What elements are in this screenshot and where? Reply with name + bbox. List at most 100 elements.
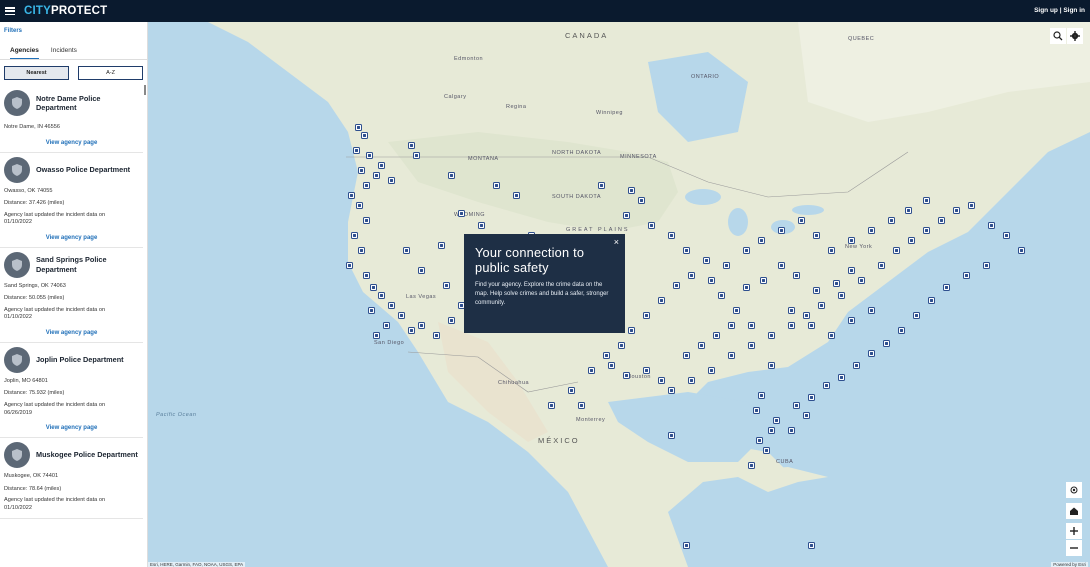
agency-pin-icon[interactable] [658,297,665,304]
agency-name[interactable]: Owasso Police Department [36,165,130,174]
agency-pin-icon[interactable] [458,210,465,217]
agency-pin-icon[interactable] [813,232,820,239]
agency-pin-icon[interactable] [388,302,395,309]
agency-pin-icon[interactable] [758,237,765,244]
agency-pin-icon[interactable] [733,307,740,314]
agency-pin-icon[interactable] [908,237,915,244]
agency-pin-icon[interactable] [368,307,375,314]
agency-pin-icon[interactable] [683,352,690,359]
agency-pin-icon[interactable] [898,327,905,334]
agency-pin-icon[interactable] [373,172,380,179]
agency-card[interactable]: Joplin Police Department Joplin, MO 6480… [0,343,143,439]
agency-pin-icon[interactable] [723,262,730,269]
agency-pin-icon[interactable] [363,182,370,189]
agency-pin-icon[interactable] [548,402,555,409]
agency-pin-icon[interactable] [703,257,710,264]
agency-pin-icon[interactable] [363,272,370,279]
agency-pin-icon[interactable] [718,292,725,299]
agency-pin-icon[interactable] [758,392,765,399]
home-icon[interactable] [1066,503,1082,519]
agency-pin-icon[interactable] [648,222,655,229]
agency-pin-icon[interactable] [728,322,735,329]
agency-pin-icon[interactable] [398,312,405,319]
gear-icon[interactable] [1067,28,1083,44]
agency-pin-icon[interactable] [788,322,795,329]
agency-pin-icon[interactable] [808,394,815,401]
agency-pin-icon[interactable] [943,284,950,291]
view-agency-link[interactable]: View agency page [4,235,139,241]
view-agency-link[interactable]: View agency page [4,330,139,336]
agency-pin-icon[interactable] [418,322,425,329]
agency-pin-icon[interactable] [708,367,715,374]
agency-pin-icon[interactable] [953,207,960,214]
agency-pin-icon[interactable] [578,402,585,409]
agency-pin-icon[interactable] [628,327,635,334]
agency-pin-icon[interactable] [358,167,365,174]
agency-pin-icon[interactable] [438,242,445,249]
agency-pin-icon[interactable] [363,217,370,224]
agency-pin-icon[interactable] [748,322,755,329]
agency-pin-icon[interactable] [858,277,865,284]
agency-pin-icon[interactable] [923,227,930,234]
agency-name[interactable]: Sand Springs Police Department [36,255,139,274]
agency-pin-icon[interactable] [378,292,385,299]
agency-pin-icon[interactable] [888,217,895,224]
agency-pin-icon[interactable] [778,227,785,234]
agency-pin-icon[interactable] [798,217,805,224]
agency-pin-icon[interactable] [803,412,810,419]
agency-pin-icon[interactable] [351,232,358,239]
agency-name[interactable]: Joplin Police Department [36,355,124,364]
agency-pin-icon[interactable] [603,352,610,359]
agency-pin-icon[interactable] [388,177,395,184]
agency-pin-icon[interactable] [1003,232,1010,239]
agency-pin-icon[interactable] [928,297,935,304]
agency-pin-icon[interactable] [493,182,500,189]
agency-pin-icon[interactable] [793,272,800,279]
agency-pin-icon[interactable] [883,340,890,347]
agency-pin-icon[interactable] [868,350,875,357]
agency-pin-icon[interactable] [668,232,675,239]
agency-pin-icon[interactable] [838,292,845,299]
agency-pin-icon[interactable] [688,377,695,384]
agency-pin-icon[interactable] [728,352,735,359]
agency-pin-icon[interactable] [848,317,855,324]
agency-pin-icon[interactable] [823,382,830,389]
agency-pin-icon[interactable] [743,247,750,254]
agency-pin-icon[interactable] [623,372,630,379]
agency-pin-icon[interactable] [448,317,455,324]
agency-pin-icon[interactable] [588,367,595,374]
agency-pin-icon[interactable] [760,277,767,284]
agency-pin-icon[interactable] [366,152,373,159]
agency-pin-icon[interactable] [358,247,365,254]
agency-pin-icon[interactable] [803,312,810,319]
agency-pin-icon[interactable] [913,312,920,319]
agency-pin-icon[interactable] [418,267,425,274]
agency-pin-icon[interactable] [361,132,368,139]
agency-pin-icon[interactable] [638,197,645,204]
agency-pin-icon[interactable] [658,377,665,384]
agency-pin-icon[interactable] [353,147,360,154]
agency-pin-icon[interactable] [408,327,415,334]
agency-pin-icon[interactable] [905,207,912,214]
agency-pin-icon[interactable] [828,247,835,254]
agency-pin-icon[interactable] [683,542,690,549]
agency-pin-icon[interactable] [768,362,775,369]
agency-pin-icon[interactable] [808,542,815,549]
agency-pin-icon[interactable] [963,272,970,279]
agency-pin-icon[interactable] [793,402,800,409]
scrollbar[interactable] [144,85,146,95]
logo[interactable]: CITYPROTECT [24,5,107,17]
agency-pin-icon[interactable] [768,427,775,434]
agency-pin-icon[interactable] [478,222,485,229]
agency-pin-icon[interactable] [370,284,377,291]
agency-pin-icon[interactable] [608,362,615,369]
agency-pin-icon[interactable] [868,227,875,234]
agency-pin-icon[interactable] [568,387,575,394]
agency-pin-icon[interactable] [708,277,715,284]
agency-pin-icon[interactable] [448,172,455,179]
agency-pin-icon[interactable] [938,217,945,224]
agency-pin-icon[interactable] [643,312,650,319]
agency-pin-icon[interactable] [833,280,840,287]
agency-pin-icon[interactable] [893,247,900,254]
agency-pin-icon[interactable] [623,212,630,219]
